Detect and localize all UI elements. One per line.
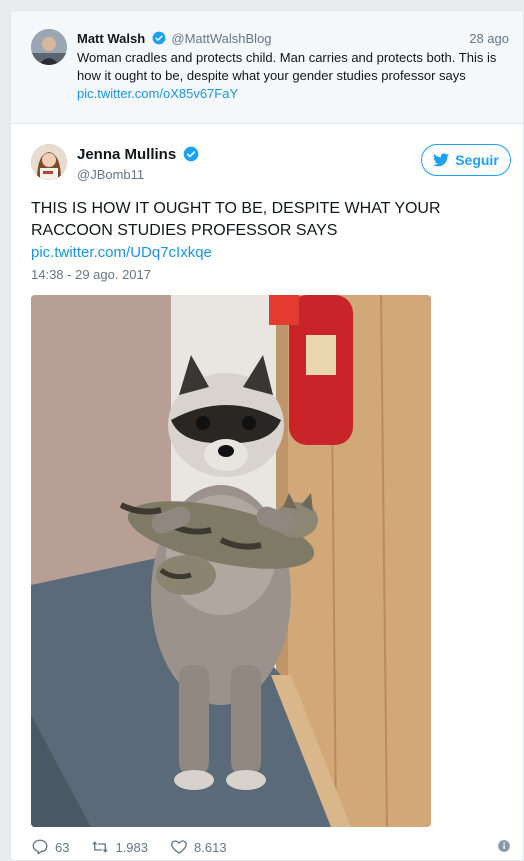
author-name[interactable]: Jenna Mullins: [77, 146, 199, 164]
tweet-timestamp[interactable]: 14:38 - 29 ago. 2017: [31, 267, 151, 283]
parent-tweet-body: Woman cradles and protects child. Man ca…: [77, 50, 497, 83]
tweet-photo[interactable]: [31, 295, 431, 827]
tweet-text: THIS IS HOW IT OUGHT TO BE, DESPITE WHAT…: [31, 200, 441, 239]
author-avatar[interactable]: [31, 144, 67, 180]
tweet-media-link[interactable]: pic.twitter.com/UDq7cIxkqe: [31, 243, 212, 263]
retweet-count: 1.983: [115, 839, 149, 855]
author-handle[interactable]: @JBomb11: [77, 167, 144, 183]
parent-author-avatar[interactable]: [31, 29, 67, 65]
heart-icon: [171, 840, 187, 854]
verified-badge-icon: [152, 31, 166, 45]
parent-tweet[interactable]: Matt Walsh @MattWalshBlog 28 ago Woman c…: [11, 11, 523, 124]
raccoon-holding-kitten-illustration: [31, 295, 431, 827]
parent-tweet-time[interactable]: 28 ago: [469, 31, 509, 47]
parent-tweet-text: Woman cradles and protects child. Man ca…: [77, 49, 509, 103]
info-icon[interactable]: [497, 839, 511, 853]
parent-author-handle[interactable]: @MattWalshBlog: [171, 31, 271, 46]
like-count: 8.613: [194, 839, 227, 855]
tweet-actions: 63 1.983 8.613: [31, 837, 511, 857]
retweet-icon: [93, 841, 108, 853]
parent-author-name[interactable]: Matt Walsh: [77, 31, 145, 46]
parent-tweet-header: Matt Walsh @MattWalshBlog 28 ago: [77, 31, 509, 47]
reply-icon: [32, 839, 48, 855]
twitter-bird-icon: [433, 153, 450, 167]
reply-action[interactable]: 63: [31, 838, 69, 856]
follow-button[interactable]: Seguir: [421, 144, 511, 176]
like-action[interactable]: 8.613: [170, 838, 227, 856]
parent-tweet-media-link[interactable]: pic.twitter.com/oX85v67FaY: [77, 86, 238, 101]
author-name-text: Jenna Mullins: [77, 146, 177, 163]
reply-count: 63: [55, 839, 70, 855]
follow-button-label: Seguir: [455, 152, 499, 168]
verified-badge-icon: [184, 146, 199, 162]
tweet-embed-card: Matt Walsh @MattWalshBlog 28 ago Woman c…: [10, 10, 524, 861]
retweet-action[interactable]: 1.983: [91, 838, 148, 856]
